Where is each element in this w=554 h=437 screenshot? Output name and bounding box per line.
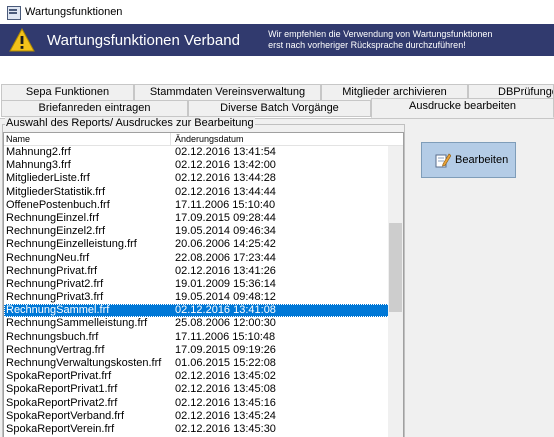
report-name: SpokaReportVerband.frf: [6, 409, 125, 422]
report-date: 02.12.2016 13:45:02: [175, 370, 276, 383]
report-date: 02.12.2016 13:45:24: [175, 409, 276, 422]
list-item[interactable]: OffenePostenbuch.frf 17.11.2006 15:10:40: [4, 199, 390, 212]
list-item[interactable]: RechnungPrivat.frf 02.12.2016 13:41:26: [4, 265, 390, 278]
report-name: MitgliederStatistik.frf: [6, 185, 106, 198]
list-item[interactable]: RechnungSammel.frf 02.12.2016 13:41:08: [4, 304, 390, 318]
report-name: MitgliederListe.frf: [6, 172, 90, 185]
report-name: SpokaReportPrivat2.frf: [6, 396, 118, 409]
list-item[interactable]: Mahnung2.frf 02.12.2016 13:41:54: [4, 146, 390, 159]
banner-note-line2: erst nach vorheriger Rücksprache durchzu…: [268, 40, 466, 50]
report-name: RechnungSammelleistung.frf: [6, 317, 148, 330]
edit-button-label: Bearbeiten: [455, 154, 509, 166]
report-date: 02.12.2016 13:41:54: [175, 146, 276, 158]
report-name: OffenePostenbuch.frf: [6, 198, 110, 211]
tab-ausdrucke-bearbeiten[interactable]: Ausdrucke bearbeiten: [371, 98, 554, 118]
list-item[interactable]: RechnungEinzel.frf 17.09.2015 09:28:44: [4, 212, 390, 225]
title-bar: Wartungsfunktionen: [0, 0, 554, 24]
report-date: 17.09.2015 09:19:26: [175, 343, 276, 356]
report-date: 02.12.2016 13:41:08: [175, 304, 276, 317]
report-name: RechnungSammel.frf: [6, 304, 110, 317]
list-item[interactable]: RechnungEinzelleistung.frf 20.06.2006 14:…: [4, 238, 390, 251]
report-name: RechnungEinzelleistung.frf: [6, 238, 137, 251]
app-icon: [6, 5, 21, 20]
tab-strip: Sepa Funktionen Stammdaten Vereinsverwal…: [0, 84, 554, 118]
tab-briefanreden-eintragen[interactable]: Briefanreden eintragen: [1, 100, 188, 117]
report-date: 17.11.2006 15:10:40: [175, 198, 276, 211]
report-date: 02.12.2016 13:45:08: [175, 383, 276, 396]
edit-button[interactable]: Bearbeiten: [421, 142, 516, 178]
report-date: 19.05.2014 09:48:12: [175, 291, 276, 304]
report-name: Mahnung2.frf: [6, 146, 71, 158]
list-item[interactable]: MitgliederListe.frf 02.12.2016 13:44:28: [4, 172, 390, 185]
tab-sepa-funktionen[interactable]: Sepa Funktionen: [1, 84, 134, 101]
spacer-band: [0, 56, 554, 86]
list-item[interactable]: RechnungPrivat2.frf 19.01.2009 15:36:14: [4, 278, 390, 291]
banner-note: Wir empfehlen die Verwendung von Wartung…: [268, 29, 554, 51]
report-date: 22.08.2006 17:23:44: [175, 251, 276, 264]
report-name: RechnungVertrag.frf: [6, 343, 105, 356]
report-name: RechnungPrivat.frf: [6, 264, 98, 277]
vertical-scrollbar[interactable]: [388, 146, 403, 437]
list-item[interactable]: SpokaReportVerein.frf 02.12.2016 13:45:30: [4, 423, 390, 436]
report-date: 02.12.2016 13:44:44: [175, 185, 276, 198]
tab-stammdaten-vereinsverwaltung[interactable]: Stammdaten Vereinsverwaltung: [134, 84, 321, 101]
list-item[interactable]: SpokaReportPrivat1.frf 02.12.2016 13:45:0…: [4, 383, 390, 396]
report-list[interactable]: Name Änderungsdatum Mahnung2.frf 02.12.20…: [3, 132, 404, 437]
report-date: 17.09.2015 09:28:44: [175, 211, 276, 224]
report-date: 02.12.2016 13:42:00: [175, 159, 276, 172]
report-date: 19.05.2014 09:46:34: [175, 225, 276, 238]
banner-note-line1: Wir empfehlen die Verwendung von Wartung…: [268, 29, 493, 39]
report-date: 01.06.2015 15:22:08: [175, 357, 276, 369]
report-name: SpokaReportPrivat1.frf: [6, 383, 118, 396]
list-item[interactable]: Mahnung3.frf 02.12.2016 13:42:00: [4, 159, 390, 172]
column-header-name[interactable]: Name: [4, 133, 171, 145]
report-name: SpokaReportPrivat.frf: [6, 370, 112, 383]
report-date: 20.06.2006 14:25:42: [175, 238, 276, 251]
report-date: 02.12.2016 13:41:26: [175, 264, 276, 277]
group-caption: Auswahl des Reports/ Ausdruckes zur Bear…: [5, 117, 255, 129]
list-item[interactable]: Rechnungsbuch.frf 17.11.2006 15:10:48: [4, 331, 390, 344]
report-name: RechnungEinzel2.frf: [6, 225, 106, 238]
window-title: Wartungsfunktionen: [25, 6, 123, 18]
list-item[interactable]: RechnungPrivat3.frf 19.05.2014 09:48:12: [4, 291, 390, 304]
banner-heading: Wartungsfunktionen Verband: [47, 31, 240, 49]
list-item[interactable]: RechnungEinzel2.frf 19.05.2014 09:46:34: [4, 225, 390, 238]
list-item[interactable]: SpokaReportVerband.frf 02.12.2016 13:45:2…: [4, 410, 390, 423]
report-date: 02.12.2016 13:45:16: [175, 396, 276, 409]
column-header-date[interactable]: Änderungsdatum: [171, 133, 244, 145]
report-date: 19.01.2009 15:36:14: [175, 277, 276, 290]
report-name: SpokaReportVerein.frf: [6, 422, 115, 435]
list-item[interactable]: RechnungVertrag.frf 17.09.2015 09:19:26: [4, 344, 390, 357]
report-name: Mahnung3.frf: [6, 159, 71, 172]
list-item[interactable]: MitgliederStatistik.frf 02.12.2016 13:44:…: [4, 186, 390, 199]
pencil-icon: [435, 152, 452, 168]
scrollbar-thumb[interactable]: [389, 223, 402, 312]
warning-banner: Wartungsfunktionen Verband Wir empfehlen…: [0, 24, 554, 56]
list-item[interactable]: RechnungNeu.frf 22.08.2006 17:23:44: [4, 252, 390, 265]
list-header: Name Änderungsdatum: [4, 133, 403, 146]
list-rows: Mahnung2.frf 02.12.2016 13:41:54 Mahnung3.…: [4, 146, 390, 437]
list-item[interactable]: SpokaReportPrivat2.frf 02.12.2016 13:45:1…: [4, 397, 390, 410]
report-name: RechnungPrivat2.frf: [6, 277, 104, 290]
warning-icon: [9, 28, 35, 52]
list-item[interactable]: SpokaReportPrivat.frf 02.12.2016 13:45:02: [4, 370, 390, 383]
list-item[interactable]: RechnungVerwaltungskosten.frf 01.06.2015 …: [4, 357, 390, 370]
report-name: RechnungPrivat3.frf: [6, 291, 104, 304]
report-date: 17.11.2006 15:10:48: [175, 330, 276, 343]
report-date: 02.12.2016 13:44:28: [175, 172, 276, 185]
tab-diverse-batch-vorgaenge[interactable]: Diverse Batch Vorgänge: [188, 100, 371, 117]
list-item[interactable]: RechnungSammelleistung.frf 25.08.2006 12:…: [4, 317, 390, 330]
report-name: RechnungEinzel.frf: [6, 211, 99, 224]
report-date: 02.12.2016 13:45:30: [175, 422, 276, 435]
report-name: Rechnungsbuch.frf: [6, 330, 99, 343]
report-name: RechnungVerwaltungskosten.frf: [6, 357, 162, 369]
report-name: RechnungNeu.frf: [6, 251, 90, 264]
report-date: 25.08.2006 12:00:30: [175, 317, 276, 330]
